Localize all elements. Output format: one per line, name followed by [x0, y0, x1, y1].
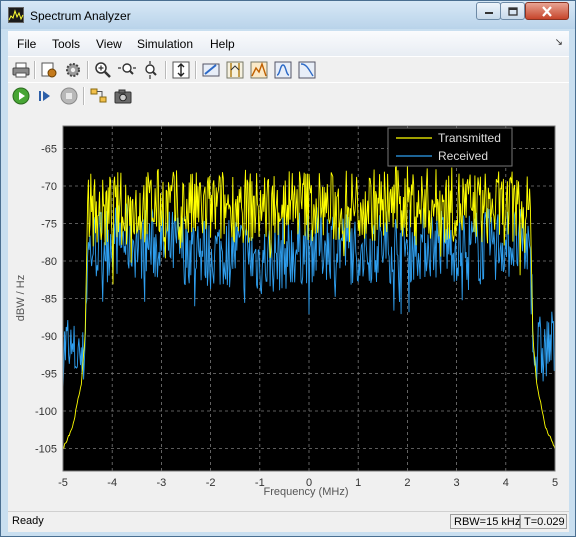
status-ready: Ready: [12, 515, 44, 527]
toolbar-simulation: [8, 82, 569, 109]
channel-measurements-icon[interactable]: [273, 60, 293, 80]
maximize-icon: [507, 6, 518, 16]
toolbar-main: [8, 56, 569, 83]
menu-tools[interactable]: Tools: [52, 37, 80, 51]
y-axis-label: dBW / Hz: [15, 275, 27, 321]
y-tick-label: -75: [41, 219, 57, 231]
menu-view[interactable]: View: [96, 37, 122, 51]
window-title: Spectrum Analyzer: [30, 9, 131, 23]
spectrum-chart[interactable]: -5 -4 -3 -2 -1 0 1 2 3 4 5-65-70-75-80-85-90-95-10…: [8, 111, 569, 511]
y-tick-label: -70: [41, 181, 57, 193]
y-tick-label: -65: [41, 144, 57, 156]
x-tick-label: 1: [355, 477, 361, 489]
measurements-icon[interactable]: [201, 60, 221, 80]
y-tick-label: -80: [41, 256, 57, 268]
snapshot-icon[interactable]: [113, 86, 133, 106]
x-tick-label: -2: [206, 477, 216, 489]
menu-help[interactable]: Help: [210, 37, 235, 51]
toolbar-separator: [87, 61, 89, 79]
toolbar-separator: [83, 87, 85, 105]
y-tick-label: -85: [41, 294, 57, 306]
legend: Transmitted Received: [387, 127, 513, 167]
x-tick-label: 5: [552, 477, 558, 489]
plot-area: -5 -4 -3 -2 -1 0 1 2 3 4 5 -65 -70 -75 -80 -85 -90 -95 -10…: [8, 111, 569, 511]
minimize-button[interactable]: [476, 2, 501, 20]
spectrum-analyzer-window: Spectrum Analyzer File Tools View Simula…: [0, 0, 576, 537]
status-rbw: RBW=15 kHz: [450, 514, 520, 529]
legend-label-received: Received: [438, 149, 488, 163]
y-tick-label: -105: [35, 444, 57, 456]
cursor-measurements-icon[interactable]: [225, 60, 245, 80]
stop-icon[interactable]: [59, 86, 79, 106]
toolbar-separator: [195, 61, 197, 79]
print-icon[interactable]: [11, 60, 31, 80]
x-tick-label: 2: [404, 477, 410, 489]
step-forward-icon[interactable]: [35, 86, 55, 106]
status-time: T=0.029: [520, 514, 567, 529]
toolbar-separator: [165, 61, 167, 79]
menu-bar: File Tools View Simulation Help ↘: [8, 31, 569, 56]
close-button[interactable]: [525, 2, 569, 20]
zoom-in-icon[interactable]: [93, 60, 113, 80]
dock-arrow-icon[interactable]: ↘: [555, 37, 563, 48]
toolbar-separator: [34, 61, 36, 79]
status-bar: Ready RBW=15 kHz T=0.029: [8, 511, 569, 532]
y-tick-label: -95: [41, 369, 57, 381]
zoom-x-icon[interactable]: [117, 60, 137, 80]
settings-icon[interactable]: [63, 60, 83, 80]
zoom-y-icon[interactable]: [141, 60, 161, 80]
minimize-icon: [484, 12, 493, 14]
menu-simulation[interactable]: Simulation: [137, 37, 193, 51]
x-axis-label: Frequency (MHz): [264, 486, 349, 498]
highlight-block-icon[interactable]: [89, 86, 109, 106]
x-tick-label: -5: [58, 477, 68, 489]
distortion-measurements-icon[interactable]: [297, 60, 317, 80]
x-tick-label: 3: [454, 477, 460, 489]
x-tick-label: -3: [157, 477, 167, 489]
legend-label-transmitted: Transmitted: [438, 131, 501, 145]
y-tick-label: -90: [41, 331, 57, 343]
x-tick-label: 4: [503, 477, 509, 489]
x-tick-label: -4: [107, 477, 117, 489]
menu-file[interactable]: File: [17, 37, 36, 51]
block-parameters-icon[interactable]: [39, 60, 59, 80]
y-tick-label: -100: [35, 406, 57, 418]
spectrum-analyzer-app-icon: [8, 7, 24, 23]
close-icon: [542, 5, 552, 17]
peak-finder-icon[interactable]: [249, 60, 269, 80]
title-bar[interactable]: Spectrum Analyzer: [1, 1, 575, 29]
maximize-button[interactable]: [500, 2, 525, 20]
run-icon[interactable]: [11, 86, 31, 106]
autoscale-icon[interactable]: [171, 60, 191, 80]
window-client: File Tools View Simulation Help ↘ -5 -4 …: [8, 31, 569, 532]
